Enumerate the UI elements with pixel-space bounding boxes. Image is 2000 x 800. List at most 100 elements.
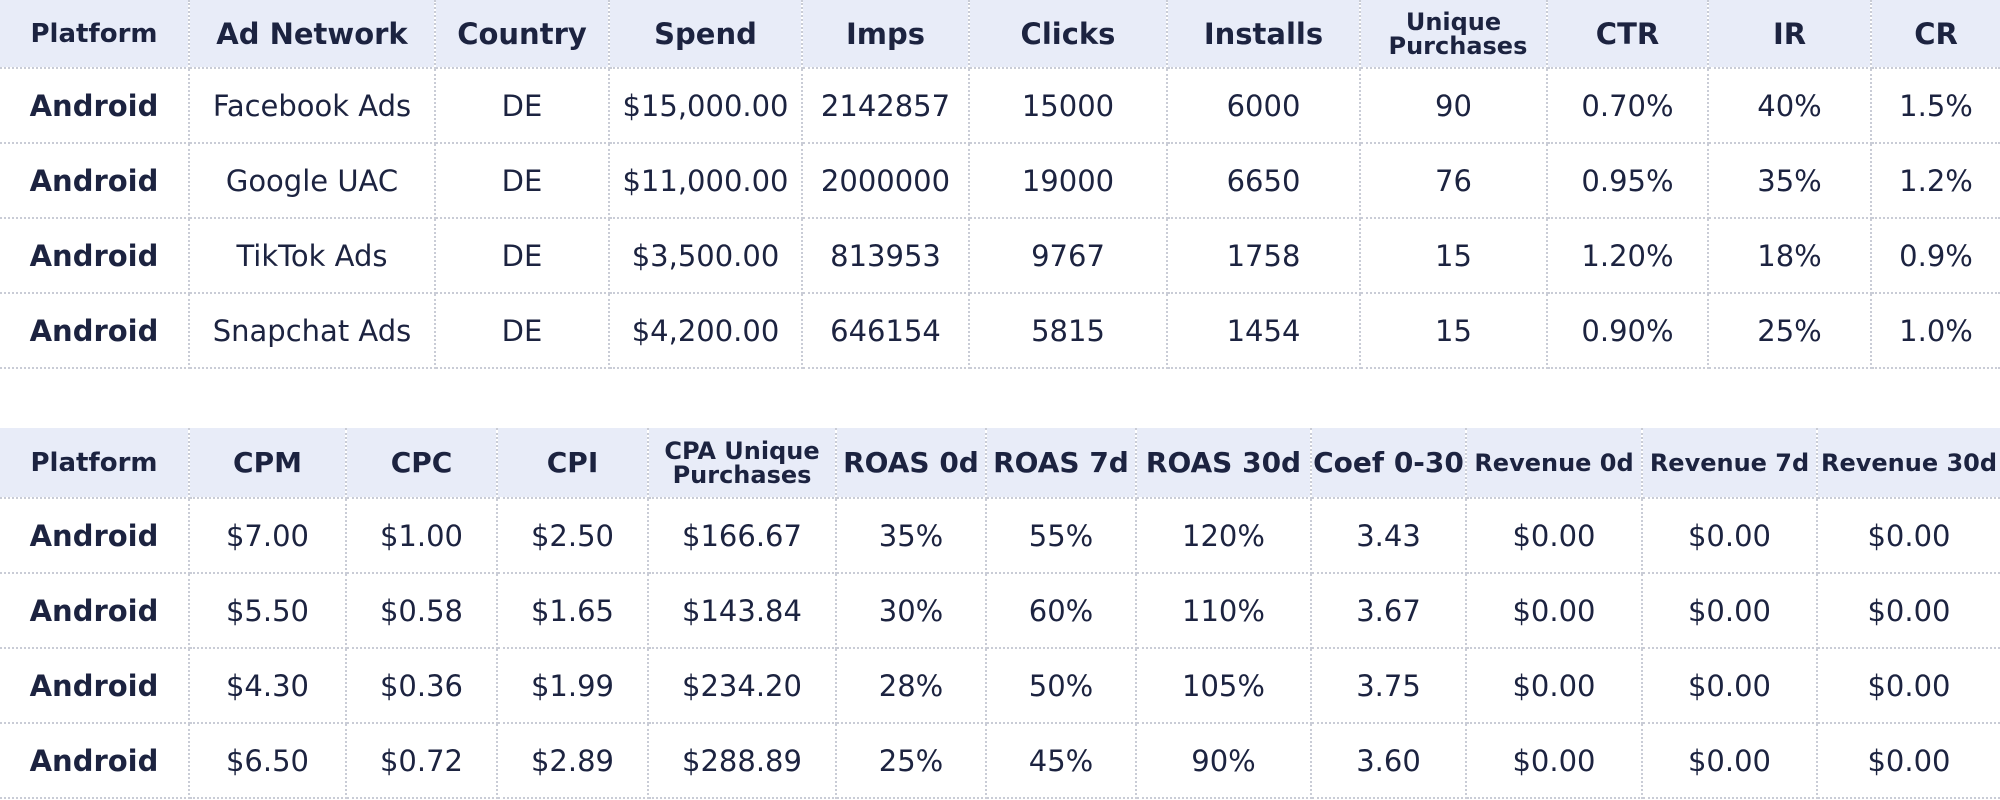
- column-header[interactable]: Country: [434, 0, 610, 69]
- column-header[interactable]: Revenue 0d: [1465, 428, 1643, 499]
- table-cell[interactable]: $288.89: [647, 722, 837, 799]
- table-cell[interactable]: $0.00: [1816, 647, 2000, 724]
- column-header[interactable]: Coef 0-30: [1310, 428, 1467, 499]
- table-cell[interactable]: 9767: [968, 217, 1168, 294]
- column-header[interactable]: CR: [1870, 0, 2000, 69]
- table-cell[interactable]: $1.65: [496, 572, 649, 649]
- table-cell[interactable]: $6.50: [188, 722, 347, 799]
- table-cell[interactable]: $4,200.00: [608, 292, 803, 369]
- table-cell[interactable]: 120%: [1135, 497, 1312, 574]
- platform-cell[interactable]: Android: [0, 142, 190, 219]
- table-cell[interactable]: 0.9%: [1870, 217, 2000, 294]
- table-cell[interactable]: 3.75: [1310, 647, 1467, 724]
- table-cell[interactable]: Google UAC: [188, 142, 436, 219]
- table-cell[interactable]: $0.00: [1465, 647, 1643, 724]
- column-header[interactable]: ROAS 30d: [1135, 428, 1312, 499]
- column-header[interactable]: Installs: [1166, 0, 1361, 69]
- table-cell[interactable]: 19000: [968, 142, 1168, 219]
- table-cell[interactable]: $0.00: [1641, 647, 1818, 724]
- table-cell[interactable]: $0.00: [1465, 722, 1643, 799]
- table-cell[interactable]: 55%: [985, 497, 1137, 574]
- table-cell[interactable]: 813953: [801, 217, 970, 294]
- table-cell[interactable]: $1.00: [345, 497, 498, 574]
- column-header[interactable]: CPI: [496, 428, 649, 499]
- column-header[interactable]: Spend: [608, 0, 803, 69]
- table-cell[interactable]: 2142857: [801, 67, 970, 144]
- table-cell[interactable]: 35%: [1707, 142, 1872, 219]
- column-header[interactable]: Platform: [0, 428, 190, 499]
- table-cell[interactable]: 1758: [1166, 217, 1361, 294]
- table-cell[interactable]: $0.00: [1465, 497, 1643, 574]
- column-header[interactable]: Ad Network: [188, 0, 436, 69]
- table-cell[interactable]: 1.0%: [1870, 292, 2000, 369]
- table-cell[interactable]: 3.67: [1310, 572, 1467, 649]
- table-cell[interactable]: 1.5%: [1870, 67, 2000, 144]
- table-cell[interactable]: 90: [1359, 67, 1548, 144]
- table-cell[interactable]: Snapchat Ads: [188, 292, 436, 369]
- table-cell[interactable]: $166.67: [647, 497, 837, 574]
- table-cell[interactable]: 110%: [1135, 572, 1312, 649]
- table-cell[interactable]: DE: [434, 292, 610, 369]
- table-cell[interactable]: 0.95%: [1546, 142, 1709, 219]
- table-cell[interactable]: $7.00: [188, 497, 347, 574]
- table-cell[interactable]: 25%: [835, 722, 987, 799]
- table-cell[interactable]: DE: [434, 67, 610, 144]
- table-cell[interactable]: 646154: [801, 292, 970, 369]
- table-cell[interactable]: DE: [434, 217, 610, 294]
- platform-cell[interactable]: Android: [0, 67, 190, 144]
- table-cell[interactable]: $15,000.00: [608, 67, 803, 144]
- table-cell[interactable]: 1.2%: [1870, 142, 2000, 219]
- table-cell[interactable]: 5815: [968, 292, 1168, 369]
- table-cell[interactable]: 30%: [835, 572, 987, 649]
- table-cell[interactable]: 35%: [835, 497, 987, 574]
- table-cell[interactable]: 60%: [985, 572, 1137, 649]
- table-cell[interactable]: $0.00: [1641, 572, 1818, 649]
- column-header[interactable]: Platform: [0, 0, 190, 69]
- column-header[interactable]: ROAS 7d: [985, 428, 1137, 499]
- column-header[interactable]: Revenue 30d: [1816, 428, 2000, 499]
- column-header[interactable]: IR: [1707, 0, 1872, 69]
- table-cell[interactable]: 0.90%: [1546, 292, 1709, 369]
- table-cell[interactable]: $0.72: [345, 722, 498, 799]
- table-cell[interactable]: $234.20: [647, 647, 837, 724]
- table-cell[interactable]: $2.50: [496, 497, 649, 574]
- table-cell[interactable]: $1.99: [496, 647, 649, 724]
- table-cell[interactable]: 28%: [835, 647, 987, 724]
- table-cell[interactable]: $4.30: [188, 647, 347, 724]
- table-cell[interactable]: $143.84: [647, 572, 837, 649]
- table-cell[interactable]: 25%: [1707, 292, 1872, 369]
- column-header[interactable]: CPC: [345, 428, 498, 499]
- column-header[interactable]: ROAS 0d: [835, 428, 987, 499]
- table-cell[interactable]: Facebook Ads: [188, 67, 436, 144]
- table-cell[interactable]: $0.00: [1816, 497, 2000, 574]
- platform-cell[interactable]: Android: [0, 217, 190, 294]
- table-cell[interactable]: DE: [434, 142, 610, 219]
- table-cell[interactable]: 2000000: [801, 142, 970, 219]
- platform-cell[interactable]: Android: [0, 572, 190, 649]
- platform-cell[interactable]: Android: [0, 292, 190, 369]
- table-cell[interactable]: $2.89: [496, 722, 649, 799]
- table-cell[interactable]: $0.00: [1641, 722, 1818, 799]
- table-cell[interactable]: 0.70%: [1546, 67, 1709, 144]
- column-header[interactable]: Revenue 7d: [1641, 428, 1818, 499]
- table-cell[interactable]: 76: [1359, 142, 1548, 219]
- column-header[interactable]: Clicks: [968, 0, 1168, 69]
- platform-cell[interactable]: Android: [0, 647, 190, 724]
- table-cell[interactable]: 15000: [968, 67, 1168, 144]
- table-cell[interactable]: 3.43: [1310, 497, 1467, 574]
- table-cell[interactable]: 15: [1359, 217, 1548, 294]
- table-cell[interactable]: $0.00: [1816, 722, 2000, 799]
- table-cell[interactable]: $3,500.00: [608, 217, 803, 294]
- table-cell[interactable]: $5.50: [188, 572, 347, 649]
- table-cell[interactable]: $0.36: [345, 647, 498, 724]
- table-cell[interactable]: $0.00: [1465, 572, 1643, 649]
- table-cell[interactable]: TikTok Ads: [188, 217, 436, 294]
- platform-cell[interactable]: Android: [0, 497, 190, 574]
- table-cell[interactable]: 6000: [1166, 67, 1361, 144]
- table-cell[interactable]: 3.60: [1310, 722, 1467, 799]
- table-cell[interactable]: 1454: [1166, 292, 1361, 369]
- platform-cell[interactable]: Android: [0, 722, 190, 799]
- table-cell[interactable]: $11,000.00: [608, 142, 803, 219]
- table-cell[interactable]: $0.58: [345, 572, 498, 649]
- column-header[interactable]: Unique Purchases: [1359, 0, 1548, 69]
